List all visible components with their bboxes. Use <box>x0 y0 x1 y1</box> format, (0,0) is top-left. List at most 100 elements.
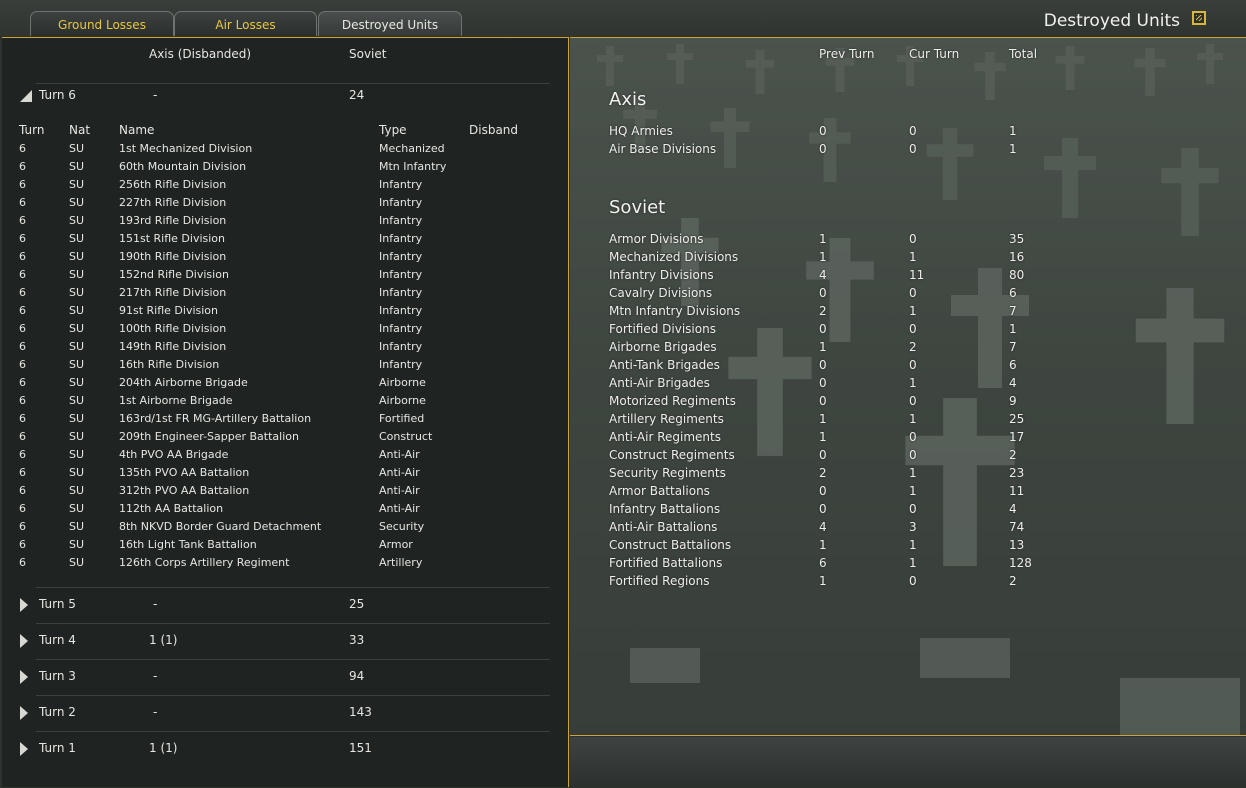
unit-cell-nat: SU <box>69 394 85 407</box>
unit-cell-name: 135th PVO AA Battalion <box>119 466 250 479</box>
summary-cell-label: Infantry Divisions <box>609 268 714 282</box>
table-row[interactable]: 6 SU 16th Rifle Division Infantry <box>2 355 550 373</box>
divider <box>36 659 550 660</box>
unit-cell-nat: SU <box>69 556 85 569</box>
tab-air-losses[interactable]: Air Losses <box>174 11 317 36</box>
table-row[interactable]: 6 SU 217th Rifle Division Infantry <box>2 283 550 301</box>
unit-cell-type: Anti-Air <box>379 502 420 515</box>
unit-cell-type: Anti-Air <box>379 466 420 479</box>
table-row[interactable]: 6 SU 204th Airborne Brigade Airborne <box>2 373 550 391</box>
turn-row-collapsed[interactable]: Turn 4 1 (1) 33 <box>2 626 550 656</box>
summary-cell-cur: 0 <box>909 394 917 408</box>
unit-cell-name: 193rd Rifle Division <box>119 214 227 227</box>
col-header-prev-turn: Prev Turn <box>819 47 875 61</box>
summary-cell-total: 2 <box>1009 574 1017 588</box>
summary-cell-prev: 0 <box>819 376 827 390</box>
unit-cell-name: 190th Rifle Division <box>119 250 227 263</box>
unit-cell-type: Armor <box>379 538 413 551</box>
summary-cell-cur: 1 <box>909 304 917 318</box>
turn-row-expanded[interactable]: Turn 6 - 24 <box>2 86 550 110</box>
unit-cell-nat: SU <box>69 340 85 353</box>
turn-row-collapsed[interactable]: Turn 2 - 143 <box>2 698 550 728</box>
summary-cell-cur: 0 <box>909 124 917 138</box>
unit-cell-name: 1st Airborne Brigade <box>119 394 233 407</box>
unit-cell-nat: SU <box>69 160 85 173</box>
unit-cell-nat: SU <box>69 412 85 425</box>
summary-cell-total: 1 <box>1009 322 1017 336</box>
table-row[interactable]: 6 SU 91st Rifle Division Infantry <box>2 301 550 319</box>
unit-cell-type: Infantry <box>379 304 423 317</box>
expand-triangle-icon[interactable] <box>20 634 28 648</box>
unit-cell-type: Infantry <box>379 340 423 353</box>
table-row[interactable]: 6 SU 8th NKVD Border Guard Detachment Secur… <box>2 517 550 535</box>
table-row[interactable]: 6 SU 126th Corps Artillery Regiment Artille… <box>2 553 550 571</box>
unit-cell-name: 126th Corps Artillery Regiment <box>119 556 290 569</box>
table-row[interactable]: 6 SU 151st Rifle Division Infantry <box>2 229 550 247</box>
table-row[interactable]: 6 SU 256th Rifle Division Infantry <box>2 175 550 193</box>
tab-destroyed-units[interactable]: Destroyed Units <box>318 11 462 36</box>
divider <box>36 695 550 696</box>
table-row[interactable]: 6 SU 100th Rifle Division Infantry <box>2 319 550 337</box>
summary-cell-cur: 1 <box>909 484 917 498</box>
table-row[interactable]: 6 SU 152nd Rifle Division Infantry <box>2 265 550 283</box>
summary-cell-label: HQ Armies <box>609 124 673 138</box>
summary-cell-total: 25 <box>1009 412 1025 426</box>
table-row[interactable]: 6 SU 112th AA Battalion Anti-Air <box>2 499 550 517</box>
unit-cell-name: 256th Rifle Division <box>119 178 227 191</box>
unit-cell-type: Infantry <box>379 196 423 209</box>
divider <box>36 731 550 732</box>
table-row[interactable]: 6 SU 1st Mechanized Division Mechanized <box>2 139 550 157</box>
summary-cell-prev: 1 <box>819 412 827 426</box>
section-title-soviet: Soviet <box>609 197 666 218</box>
table-row[interactable]: 6 SU 163rd/1st FR MG-Artillery Battalion Fo… <box>2 409 550 427</box>
table-row[interactable]: 6 SU 4th PVO AA Brigade Anti-Air <box>2 445 550 463</box>
table-row[interactable]: 6 SU 312th PVO AA Battalion Anti-Air <box>2 481 550 499</box>
turn-row-collapsed[interactable]: Turn 3 - 94 <box>2 662 550 692</box>
unit-cell-nat: SU <box>69 268 85 281</box>
unit-cell-name: 163rd/1st FR MG-Artillery Battalion <box>119 412 312 425</box>
expand-triangle-icon[interactable] <box>20 670 28 684</box>
unit-cell-type: Construct <box>379 430 433 443</box>
collapse-triangle-icon[interactable] <box>20 90 32 102</box>
summary-cell-prev: 6 <box>819 556 827 570</box>
table-row[interactable]: 6 SU 135th PVO AA Battalion Anti-Air <box>2 463 550 481</box>
unit-cell-turn: 6 <box>19 430 26 443</box>
expand-triangle-icon[interactable] <box>20 598 28 612</box>
unit-cell-type: Infantry <box>379 286 423 299</box>
table-row[interactable]: 6 SU 16th Light Tank Battalion Armor <box>2 535 550 553</box>
turn-label: Turn 5 <box>39 597 76 611</box>
summary-cell-cur: 0 <box>909 232 917 246</box>
turn-soviet-value: 151 <box>349 741 372 755</box>
table-row[interactable]: 6 SU 190th Rifle Division Infantry <box>2 247 550 265</box>
divider <box>36 83 550 84</box>
tab-ground-losses[interactable]: Ground Losses <box>30 11 174 36</box>
table-row[interactable]: 6 SU 193rd Rifle Division Infantry <box>2 211 550 229</box>
expand-triangle-icon[interactable] <box>20 706 28 720</box>
unit-cell-name: 16th Rifle Division <box>119 358 220 371</box>
col-header-soviet: Soviet <box>349 47 387 61</box>
unit-cell-type: Fortified <box>379 412 425 425</box>
summary-cell-label: Artillery Regiments <box>609 412 724 426</box>
turn-row-collapsed[interactable]: Turn 1 1 (1) 151 <box>2 734 550 764</box>
table-row[interactable]: 6 SU 60th Mountain Division Mtn Infantry <box>2 157 550 175</box>
unit-cell-name: 91st Rifle Division <box>119 304 219 317</box>
summary-cell-cur: 0 <box>909 286 917 300</box>
unit-cell-nat: SU <box>69 178 85 191</box>
turn-soviet-value: 33 <box>349 633 365 647</box>
unit-cell-type: Infantry <box>379 250 423 263</box>
unit-cell-turn: 6 <box>19 466 26 479</box>
table-row[interactable]: 6 SU 209th Engineer-Sapper Battalion Constr… <box>2 427 550 445</box>
summary-cell-total: 4 <box>1009 502 1017 516</box>
summary-cell-label: Armor Battalions <box>609 484 710 498</box>
turn-row-collapsed[interactable]: Turn 5 - 25 <box>2 590 550 620</box>
expand-triangle-icon[interactable] <box>20 742 28 756</box>
unit-cell-type: Security <box>379 520 425 533</box>
table-row[interactable]: 6 SU 149th Rifle Division Infantry <box>2 337 550 355</box>
summary-cell-prev: 0 <box>819 124 827 138</box>
table-row[interactable]: 6 SU 1st Airborne Brigade Airborne <box>2 391 550 409</box>
summary-cell-prev: 1 <box>819 232 827 246</box>
chart-toggle-icon[interactable] <box>1192 11 1206 25</box>
unit-cell-nat: SU <box>69 322 85 335</box>
summary-cell-label: Anti-Air Battalions <box>609 520 718 534</box>
table-row[interactable]: 6 SU 227th Rifle Division Infantry <box>2 193 550 211</box>
